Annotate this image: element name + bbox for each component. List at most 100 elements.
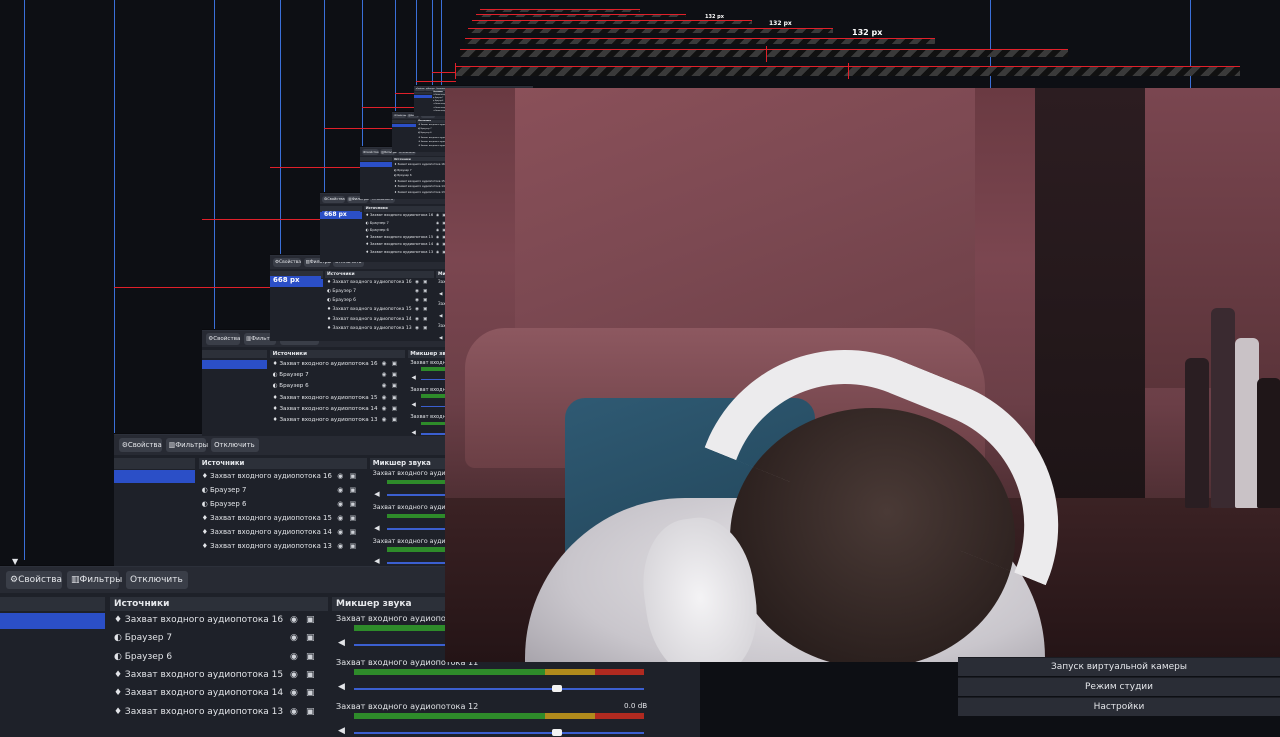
source-item[interactable]: ♦ Захват входного аудиопотока 13 (366, 250, 434, 254)
lock-icon[interactable]: ▣ (392, 361, 397, 367)
source-item[interactable]: ◐ Браузер 7 (202, 486, 247, 494)
source-item[interactable]: ◐ Браузер 7 (433, 98, 443, 99)
eye-icon[interactable]: ◉ (337, 500, 343, 508)
eye-icon[interactable]: ◉ (290, 688, 298, 698)
source-item[interactable]: ♦ Захват входного аудиопотока 14 (327, 317, 412, 322)
properties-button[interactable]: ⚙Свойства (206, 333, 241, 344)
source-item[interactable]: ♦ Захват входного аудиопотока 13 (273, 417, 378, 423)
source-item[interactable]: ♦ Захват входного аудиопотока 16 (366, 213, 434, 217)
eye-icon[interactable]: ◉ (290, 652, 298, 662)
source-item[interactable]: ◐ Браузер 7 (273, 372, 309, 378)
source-item[interactable]: ◐ Браузер 6 (114, 652, 172, 662)
source-item[interactable]: ◐ Браузер 6 (418, 132, 431, 134)
source-item[interactable]: ◐ Браузер 6 (202, 500, 247, 508)
lock-icon[interactable]: ▣ (306, 670, 315, 680)
properties-button[interactable]: ⚙Свойства (322, 196, 344, 203)
source-item[interactable]: ◐ Браузер 7 (394, 168, 411, 172)
selected-scene[interactable] (414, 95, 432, 98)
properties-button[interactable]: ⚙Свойства (393, 114, 406, 118)
eye-icon[interactable]: ◉ (436, 213, 439, 217)
source-item[interactable]: ◐ Браузер 7 (366, 221, 389, 225)
lock-icon[interactable]: ▣ (306, 652, 315, 662)
source-item[interactable]: ◐ Браузер 7 (327, 289, 356, 294)
source-item[interactable]: ♦ Захват входного аудиопотока 14 (114, 688, 283, 698)
filters-button[interactable]: ▥Фильтры (67, 571, 119, 589)
source-item[interactable]: ◐ Браузер 7 (418, 128, 431, 130)
filters-button[interactable]: ▥Фильтры (166, 438, 206, 452)
lock-icon[interactable]: ▣ (392, 417, 397, 423)
speaker-icon[interactable]: ◀ (374, 557, 379, 565)
volume-knob[interactable] (552, 729, 562, 736)
lock-icon[interactable]: ▣ (392, 395, 397, 401)
eye-icon[interactable]: ◉ (382, 395, 387, 401)
lock-icon[interactable]: ▣ (350, 472, 357, 480)
selected-scene[interactable] (114, 470, 195, 482)
source-item[interactable]: ♦ Захват входного аудиопотока 14 (273, 406, 378, 412)
source-item[interactable]: ◐ Браузер 6 (327, 298, 356, 303)
source-item[interactable]: ♦ Захват входного аудиопотока 15 (394, 179, 445, 183)
disable-button[interactable]: Отключить (126, 571, 188, 589)
source-item[interactable]: ♦ Захват входного аудиопотока 15 (273, 395, 378, 401)
source-item[interactable]: ◐ Браузер 7 (114, 633, 172, 643)
properties-button[interactable]: ⚙Свойства (6, 571, 62, 589)
source-item[interactable]: ♦ Захват входного аудиопотока 16 (202, 472, 332, 480)
source-item[interactable]: ♦ Захват входного аудиопотока 16 (394, 162, 445, 166)
eye-icon[interactable]: ◉ (382, 417, 387, 423)
eye-icon[interactable]: ◉ (415, 280, 419, 285)
speaker-icon[interactable]: ◀ (338, 726, 345, 736)
eye-icon[interactable]: ◉ (415, 326, 419, 331)
lock-icon[interactable]: ▣ (392, 372, 397, 378)
source-item[interactable]: ◐ Браузер 6 (366, 228, 389, 232)
eye-icon[interactable]: ◉ (415, 298, 419, 303)
eye-icon[interactable]: ◉ (436, 235, 439, 239)
source-item[interactable]: ♦ Захват входного аудиопотока 16 (327, 280, 412, 285)
eye-icon[interactable]: ◉ (382, 361, 387, 367)
eye-icon[interactable]: ◉ (337, 528, 343, 536)
lock-icon[interactable]: ▣ (423, 280, 427, 285)
eye-icon[interactable]: ◉ (415, 289, 419, 294)
eye-icon[interactable]: ◉ (436, 221, 439, 225)
eye-icon[interactable]: ◉ (337, 472, 343, 480)
eye-icon[interactable]: ◉ (415, 307, 419, 312)
lock-icon[interactable]: ▣ (423, 298, 427, 303)
lock-icon[interactable]: ▣ (392, 406, 397, 412)
source-item[interactable]: ♦ Захват входного аудиопотока 13 (114, 707, 283, 717)
speaker-icon[interactable]: ◀ (412, 402, 416, 408)
source-item[interactable]: ♦ Захват входного аудиопотока 15 (327, 307, 412, 312)
source-item[interactable]: ♦ Захват входного аудиопотока 16 (273, 361, 378, 367)
filters-button[interactable]: ▥Фильтры (425, 88, 434, 91)
lock-icon[interactable]: ▣ (423, 326, 427, 331)
source-item[interactable]: ♦ Захват входного аудиопотока 16 (114, 615, 283, 625)
source-item[interactable]: ◐ Браузер 6 (433, 101, 443, 102)
lock-icon[interactable]: ▣ (423, 289, 427, 294)
lock-icon[interactable]: ▣ (306, 633, 315, 643)
volume-slider[interactable] (354, 732, 644, 734)
selected-scene[interactable] (360, 162, 392, 167)
speaker-icon[interactable]: ◀ (374, 490, 379, 498)
eye-icon[interactable]: ◉ (382, 372, 387, 378)
speaker-icon[interactable]: ◀ (439, 336, 442, 341)
eye-icon[interactable]: ◉ (382, 383, 387, 389)
lock-icon[interactable]: ▣ (423, 317, 427, 322)
selected-scene[interactable] (202, 360, 267, 370)
source-item[interactable]: ♦ Захват входного аудиопотока 13 (327, 326, 412, 331)
volume-slider[interactable] (354, 688, 644, 690)
lock-icon[interactable]: ▣ (392, 383, 397, 389)
source-item[interactable]: ♦ Захват входного аудиопотока 14 (366, 242, 434, 246)
source-item[interactable]: ♦ Захват входного аудиопотока 13 (202, 542, 332, 550)
speaker-icon[interactable]: ◀ (412, 375, 416, 381)
eye-icon[interactable]: ◉ (337, 542, 343, 550)
start-virtual-camera-button[interactable]: Запуск виртуальной камеры (958, 657, 1280, 676)
lock-icon[interactable]: ▣ (350, 514, 357, 522)
lock-icon[interactable]: ▣ (423, 307, 427, 312)
studio-mode-button[interactable]: Режим студии (958, 677, 1280, 696)
speaker-icon[interactable]: ◀ (338, 638, 345, 648)
properties-button[interactable]: ⚙Свойства (362, 149, 379, 154)
lock-icon[interactable]: ▣ (350, 486, 357, 494)
speaker-icon[interactable]: ◀ (412, 430, 416, 436)
lock-icon[interactable]: ▣ (306, 707, 315, 717)
source-item[interactable]: ♦ Захват входного аудиопотока 15 (114, 670, 283, 680)
eye-icon[interactable]: ◉ (290, 707, 298, 717)
source-item[interactable]: ♦ Захват входного аудиопотока 15 (202, 514, 332, 522)
lock-icon[interactable]: ▣ (350, 500, 357, 508)
